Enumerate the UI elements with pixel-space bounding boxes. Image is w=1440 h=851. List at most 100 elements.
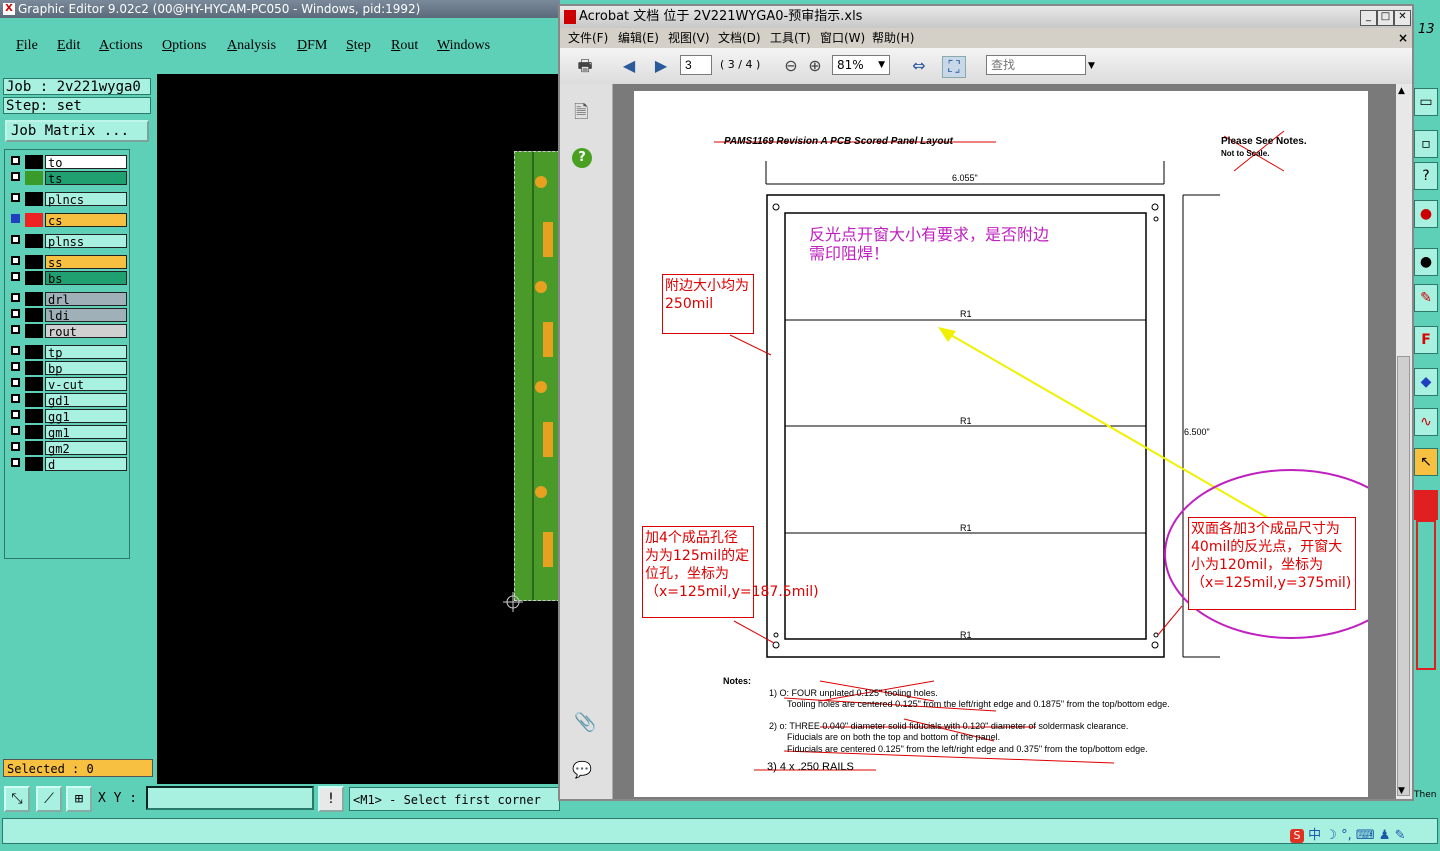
layer-row-drl[interactable]: drl — [9, 292, 127, 307]
page-number-input[interactable] — [680, 55, 712, 75]
menu-dfm[interactable]: DFM — [297, 38, 327, 54]
acro-menu-tools[interactable]: 工具(T) — [770, 28, 811, 48]
attachment-icon[interactable]: 📎 — [574, 712, 596, 733]
fit-page-icon[interactable]: ⛶ — [942, 56, 966, 78]
zoom-area-icon[interactable]: ⤡ — [4, 786, 30, 812]
layer-row-ss[interactable]: ss — [9, 255, 127, 270]
search-dropdown-icon[interactable]: ▼ — [1088, 61, 1095, 71]
layer-checkbox[interactable] — [11, 172, 20, 181]
layer-checkbox[interactable] — [11, 272, 20, 281]
layer-row-v-cut[interactable]: v-cut — [9, 377, 127, 392]
layer-row-plnss[interactable]: plnss — [9, 234, 127, 249]
xy-input[interactable] — [146, 786, 314, 810]
layer-swatch — [25, 292, 43, 306]
minimize-button[interactable]: _ — [1360, 10, 1377, 26]
layer-row-gg1[interactable]: gg1 — [9, 409, 127, 424]
doc-close-icon[interactable]: × — [1398, 28, 1408, 48]
menu-windows[interactable]: Windows — [437, 38, 490, 54]
layer-row-gd1[interactable]: gd1 — [9, 393, 127, 408]
zoom-select[interactable]: 81% ▼ — [832, 55, 890, 75]
wrench-icon: ✎ — [1394, 828, 1406, 843]
acro-menu-window[interactable]: 窗口(W) — [820, 28, 865, 48]
pages-icon[interactable]: 🗎 — [574, 100, 588, 130]
layer-row-gm1[interactable]: gm1 — [9, 425, 127, 440]
help-icon[interactable]: ? — [1414, 162, 1438, 190]
tool-icon-2[interactable]: ▫ — [1414, 130, 1438, 158]
tool-icon-3[interactable]: ● — [1414, 200, 1438, 228]
layer-checkbox[interactable] — [11, 235, 20, 244]
layer-row-bs[interactable]: bs — [9, 271, 127, 286]
vertical-scrollbar[interactable]: ▲ ▼ — [1396, 84, 1412, 799]
zoom-out-icon[interactable]: ⊖ — [780, 56, 802, 76]
menu-edit[interactable]: Edit — [57, 38, 80, 54]
layer-checkbox[interactable] — [11, 458, 20, 467]
layer-checkbox[interactable] — [11, 410, 20, 419]
menu-rout[interactable]: Rout — [391, 38, 418, 54]
tool-icon-7[interactable]: ∿ — [1414, 408, 1438, 436]
layer-row-ldi[interactable]: ldi — [9, 308, 127, 323]
layer-row-plncs[interactable]: plncs — [9, 192, 127, 207]
note-3: 3) 4 x .250 RAILS — [767, 761, 854, 773]
annotation-rail-size: 附边大小均为250mil — [662, 274, 754, 334]
acro-menu-edit[interactable]: 编辑(E) — [618, 28, 659, 48]
layer-checkbox[interactable] — [11, 193, 20, 202]
layer-checkbox[interactable] — [11, 214, 20, 223]
print-icon[interactable]: 🖶 — [574, 56, 596, 76]
ime-tray[interactable]: S 中 ☽ °, ⌨ ♟ ✎ — [1290, 824, 1436, 843]
zoom-in-icon[interactable]: ⊕ — [804, 56, 826, 76]
menu-options[interactable]: Options — [162, 38, 206, 54]
tool-icon-8[interactable]: ↖ — [1414, 448, 1438, 476]
layer-checkbox[interactable] — [11, 362, 20, 371]
layer-checkbox[interactable] — [11, 325, 20, 334]
prev-page-icon[interactable]: ◀ — [618, 56, 640, 76]
layer-row-d[interactable]: d — [9, 457, 127, 472]
maximize-button[interactable]: □ — [1377, 10, 1394, 26]
ge-titlebar: X Graphic Editor 9.02c2 (00@HY-HYCAM-PC05… — [0, 0, 560, 18]
layer-checkbox[interactable] — [11, 426, 20, 435]
layer-checkbox[interactable] — [11, 346, 20, 355]
tool-icon-5[interactable]: ✎ — [1414, 284, 1438, 312]
layer-row-cs[interactable]: cs — [9, 213, 127, 228]
measure-icon[interactable]: ⟋ — [36, 786, 62, 812]
layer-checkbox[interactable] — [11, 293, 20, 302]
menu-actions[interactable]: Actions — [99, 38, 143, 54]
layer-row-tp[interactable]: tp — [9, 345, 127, 360]
fit-width-icon[interactable]: ⇔ — [908, 56, 930, 76]
acro-menu-help[interactable]: 帮助(H) — [872, 28, 914, 48]
next-page-icon[interactable]: ▶ — [650, 56, 672, 76]
tool-icon-1[interactable]: ▭ — [1414, 88, 1438, 116]
layer-row-to[interactable]: to — [9, 155, 127, 170]
comments-icon[interactable]: 💬 — [572, 760, 592, 779]
scrollbar-thumb[interactable] — [1397, 356, 1410, 796]
snap-grid-icon[interactable]: ⊞ — [66, 786, 92, 812]
layer-checkbox[interactable] — [11, 156, 20, 165]
acro-menu-file[interactable]: 文件(F) — [568, 28, 608, 48]
menu-file[interactable]: File — [16, 38, 38, 54]
feature-f-icon[interactable]: F — [1414, 326, 1438, 354]
layer-row-bp[interactable]: bp — [9, 361, 127, 376]
command-input[interactable] — [2, 818, 1438, 844]
acro-menu-document[interactable]: 文档(D) — [718, 28, 761, 48]
layer-row-ts[interactable]: ts — [9, 171, 127, 186]
menu-analysis[interactable]: Analysis — [227, 38, 276, 54]
layer-checkbox[interactable] — [11, 378, 20, 387]
layer-row-rout[interactable]: rout — [9, 324, 127, 339]
layer-row-gm2[interactable]: gm2 — [9, 441, 127, 456]
layer-checkbox[interactable] — [11, 256, 20, 265]
search-input[interactable] — [986, 55, 1086, 75]
graphic-canvas[interactable] — [157, 74, 560, 784]
job-matrix-button[interactable]: Job Matrix ... — [5, 120, 149, 142]
tool-icon-6[interactable]: ◆ — [1414, 368, 1438, 396]
layer-checkbox[interactable] — [11, 394, 20, 403]
acro-menu-view[interactable]: 视图(V) — [668, 28, 710, 48]
menu-step[interactable]: Step — [346, 38, 371, 54]
layer-checkbox[interactable] — [11, 309, 20, 318]
alert-icon[interactable]: ! — [318, 786, 344, 812]
layer-checkbox[interactable] — [11, 442, 20, 451]
help-question-icon[interactable]: ? — [572, 148, 592, 168]
scroll-up-icon[interactable]: ▲ — [1398, 86, 1405, 96]
scroll-down-icon[interactable]: ▼ — [1398, 786, 1405, 796]
close-button[interactable]: ✕ — [1394, 10, 1411, 26]
row-label: R1 — [960, 309, 972, 319]
tool-icon-4[interactable]: ● — [1414, 248, 1438, 276]
